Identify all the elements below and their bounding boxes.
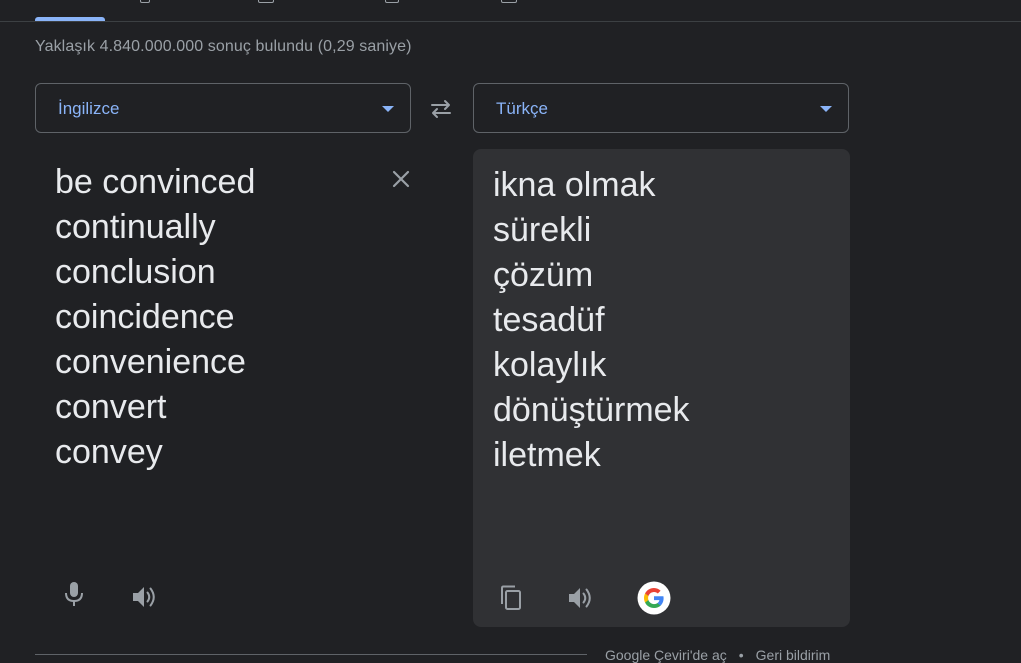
translation-line: çözüm	[493, 256, 594, 294]
microphone-button[interactable]	[58, 579, 90, 611]
source-line: convey	[55, 433, 163, 471]
source-line: continually	[55, 208, 216, 246]
source-text-panel[interactable]: be convinced continually conclusion coin…	[35, 149, 412, 627]
speaker-icon	[133, 587, 155, 607]
listen-translation-button[interactable]	[564, 582, 596, 614]
google-logo-icon	[637, 581, 671, 615]
source-line: coincidence	[55, 298, 235, 336]
source-text[interactable]: be convinced continually conclusion coin…	[55, 160, 255, 475]
tab-icon-fragment	[501, 0, 517, 3]
chevron-down-icon	[820, 106, 832, 112]
translation-line: dönüştürmek	[493, 391, 690, 429]
translation-text: ikna olmak sürekli çözüm tesadüf kolaylı…	[493, 163, 690, 478]
tab-icon-fragment	[258, 0, 274, 3]
copy-icon	[501, 585, 521, 610]
microphone-icon	[65, 582, 83, 606]
source-language-select[interactable]: İngilizce	[35, 83, 411, 133]
source-line: convenience	[55, 343, 246, 381]
translation-line: kolaylık	[493, 346, 607, 384]
source-language-label: İngilizce	[58, 99, 120, 118]
translation-line: sürekli	[493, 211, 592, 249]
open-in-google-translate-link[interactable]: Google Çeviri'de aç	[605, 647, 727, 663]
source-line: be convinced	[55, 163, 256, 201]
search-tabs-bar	[0, 0, 1021, 22]
close-icon	[392, 170, 410, 188]
result-stats: Yaklaşık 4.840.000.000 sonuç bulundu (0,…	[35, 38, 412, 55]
source-line: convert	[55, 388, 167, 426]
target-language-label: Türkçe	[496, 99, 548, 118]
translation-line: iletmek	[493, 436, 601, 474]
swap-languages-button[interactable]	[424, 94, 458, 124]
translation-panel: ikna olmak sürekli çözüm tesadüf kolaylı…	[473, 149, 850, 627]
source-line: conclusion	[55, 253, 216, 291]
divider	[35, 654, 587, 655]
tab-icon-fragment	[385, 0, 399, 3]
clear-text-button[interactable]	[387, 165, 415, 193]
listen-source-button[interactable]	[128, 581, 160, 613]
tab-icon-fragment	[140, 0, 150, 3]
translation-line: tesadüf	[493, 301, 605, 339]
active-tab-indicator	[35, 17, 105, 21]
swap-languages-icon	[431, 100, 451, 118]
copy-translation-button[interactable]	[495, 582, 527, 614]
speaker-icon	[569, 588, 591, 608]
separator-dot: •	[738, 647, 744, 663]
translation-line: ikna olmak	[493, 166, 656, 204]
google-translate-button[interactable]	[637, 581, 671, 615]
translator-footer: Google Çeviri'de aç • Geri bildirim	[605, 647, 830, 663]
feedback-link[interactable]: Geri bildirim	[756, 647, 831, 663]
target-language-select[interactable]: Türkçe	[473, 83, 849, 133]
chevron-down-icon	[382, 106, 394, 112]
